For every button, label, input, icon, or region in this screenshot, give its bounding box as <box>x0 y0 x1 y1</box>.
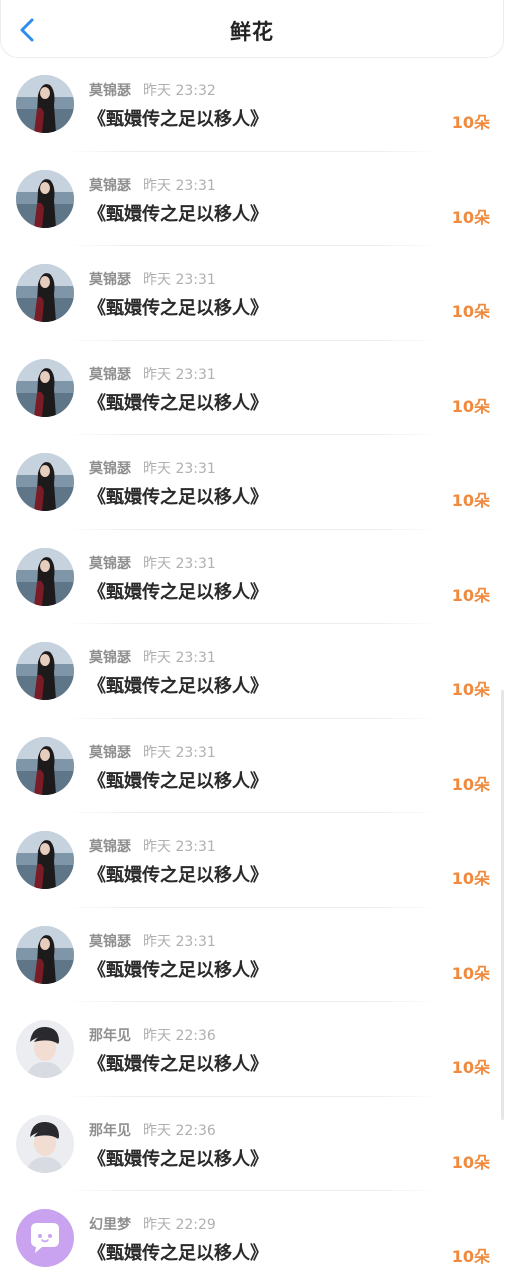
book-title: 《甄嬛传之足以移人》 <box>88 203 268 225</box>
dark-hair-girl-avatar[interactable] <box>16 453 74 511</box>
item-meta: 莫锦瑟 昨天 23:32 <box>89 80 216 100</box>
sender-name: 莫锦瑟 <box>89 461 131 477</box>
flower-count: 10朵 <box>451 1247 490 1266</box>
dark-hair-girl-avatar[interactable] <box>16 169 74 228</box>
dark-hair-girl-avatar[interactable] <box>16 358 74 417</box>
item-meta: 莫锦瑟 昨天 23:31 <box>89 175 216 195</box>
flower-count: 10朵 <box>451 207 490 227</box>
send-time: 昨天 22:36 <box>143 1028 216 1044</box>
item-meta: 莫锦瑟 昨天 23:31 <box>89 836 216 856</box>
dark-hair-girl-avatar[interactable] <box>16 736 74 795</box>
scrollbar[interactable] <box>501 690 504 1120</box>
sender-name: 莫锦瑟 <box>89 839 131 855</box>
sender-name: 莫锦瑟 <box>89 933 131 950</box>
send-time: 昨天 23:31 <box>143 461 216 477</box>
book-title: 《甄嬛传之足以移人》 <box>88 959 268 981</box>
item-meta: 莫锦瑟 昨天 23:31 <box>89 931 216 951</box>
dark-hair-girl-avatar[interactable] <box>16 642 74 700</box>
sender-name: 莫锦瑟 <box>89 272 131 288</box>
send-time: 昨天 22:36 <box>143 1122 216 1139</box>
sender-name: 幻里梦 <box>89 1217 131 1233</box>
book-title: 《甄嬛传之足以移人》 <box>88 1243 268 1264</box>
sender-name: 莫锦瑟 <box>89 177 131 194</box>
flower-count: 10朵 <box>451 680 490 699</box>
send-time: 昨天 23:32 <box>143 83 216 99</box>
sender-name: 莫锦瑟 <box>89 83 131 99</box>
dark-hair-girl-avatar[interactable] <box>16 264 74 322</box>
sender-name: 那年见 <box>89 1028 131 1044</box>
dark-hair-girl-avatar[interactable] <box>16 925 74 984</box>
flower-count: 10朵 <box>451 1152 490 1172</box>
sender-name: 莫锦瑟 <box>89 744 131 761</box>
flower-record-list: 莫锦瑟 昨天 23:32 《甄嬛传之足以移人》 10朵 莫锦瑟 昨天 23:31 《… <box>0 57 506 1286</box>
send-time: 昨天 23:31 <box>143 555 216 572</box>
flower-count: 10朵 <box>451 963 490 983</box>
dark-hair-girl-avatar[interactable] <box>16 547 74 606</box>
list-item[interactable]: 幻里梦 昨天 22:29 《甄嬛传之足以移人》 10朵 <box>0 1191 506 1286</box>
item-meta: 莫锦瑟 昨天 23:31 <box>89 553 216 573</box>
item-meta: 莫锦瑟 昨天 23:31 <box>89 269 216 289</box>
flower-count: 10朵 <box>451 869 490 888</box>
list-item[interactable]: 莫锦瑟 昨天 23:31 《甄嬛传之足以移人》 10朵 <box>0 719 506 813</box>
flower-count: 10朵 <box>451 396 490 416</box>
send-time: 昨天 23:31 <box>143 650 216 666</box>
top-bar: 鲜花 <box>0 0 504 58</box>
send-time: 昨天 23:31 <box>143 933 216 950</box>
list-item[interactable]: 那年见 昨天 22:36 《甄嬛传之足以移人》 10朵 <box>0 1002 506 1097</box>
item-meta: 莫锦瑟 昨天 23:31 <box>89 742 216 762</box>
item-meta: 莫锦瑟 昨天 23:31 <box>89 364 216 384</box>
item-meta: 那年见 昨天 22:36 <box>89 1120 216 1140</box>
list-item[interactable]: 莫锦瑟 昨天 23:32 《甄嬛传之足以移人》 10朵 <box>0 57 506 152</box>
flower-count: 10朵 <box>451 585 490 605</box>
book-title: 《甄嬛传之足以移人》 <box>88 392 268 414</box>
flower-count: 10朵 <box>451 774 490 794</box>
send-time: 昨天 23:31 <box>143 839 216 855</box>
dark-hair-girl-avatar[interactable] <box>16 75 74 133</box>
sender-name: 莫锦瑟 <box>89 366 131 383</box>
list-item[interactable]: 莫锦瑟 昨天 23:31 《甄嬛传之足以移人》 10朵 <box>0 435 506 530</box>
book-title: 《甄嬛传之足以移人》 <box>88 581 268 603</box>
item-meta: 莫锦瑟 昨天 23:31 <box>89 647 216 667</box>
book-title: 《甄嬛传之足以移人》 <box>88 109 268 130</box>
list-item[interactable]: 莫锦瑟 昨天 23:31 《甄嬛传之足以移人》 10朵 <box>0 908 506 1002</box>
page-title: 鲜花 <box>230 20 274 44</box>
list-item[interactable]: 莫锦瑟 昨天 23:31 《甄嬛传之足以移人》 10朵 <box>0 813 506 908</box>
sender-name: 莫锦瑟 <box>89 555 131 572</box>
send-time: 昨天 23:31 <box>143 366 216 383</box>
book-title: 《甄嬛传之足以移人》 <box>88 487 268 508</box>
send-time: 昨天 23:31 <box>143 744 216 761</box>
list-item[interactable]: 莫锦瑟 昨天 23:31 《甄嬛传之足以移人》 10朵 <box>0 341 506 435</box>
flower-count: 10朵 <box>451 1058 490 1077</box>
send-time: 昨天 23:31 <box>143 177 216 194</box>
sender-name: 那年见 <box>89 1122 131 1139</box>
item-meta: 幻里梦 昨天 22:29 <box>89 1214 216 1234</box>
book-title: 《甄嬛传之足以移人》 <box>88 1054 268 1075</box>
flower-count: 10朵 <box>451 491 490 510</box>
list-item[interactable]: 莫锦瑟 昨天 23:31 《甄嬛传之足以移人》 10朵 <box>0 624 506 719</box>
dark-hair-girl-avatar[interactable] <box>16 831 74 889</box>
book-title: 《甄嬛传之足以移人》 <box>88 1148 268 1170</box>
flower-count: 10朵 <box>451 302 490 321</box>
book-title: 《甄嬛传之足以移人》 <box>88 865 268 886</box>
item-meta: 那年见 昨天 22:36 <box>89 1025 216 1045</box>
chat-bubble-avatar[interactable] <box>16 1209 74 1267</box>
young-man-avatar[interactable] <box>16 1114 74 1173</box>
flower-count: 10朵 <box>451 113 490 132</box>
list-item[interactable]: 莫锦瑟 昨天 23:31 《甄嬛传之足以移人》 10朵 <box>0 152 506 246</box>
young-man-avatar[interactable] <box>16 1020 74 1078</box>
list-item[interactable]: 那年见 昨天 22:36 《甄嬛传之足以移人》 10朵 <box>0 1097 506 1191</box>
book-title: 《甄嬛传之足以移人》 <box>88 676 268 697</box>
sender-name: 莫锦瑟 <box>89 650 131 666</box>
send-time: 昨天 23:31 <box>143 272 216 288</box>
send-time: 昨天 22:29 <box>143 1217 216 1233</box>
item-meta: 莫锦瑟 昨天 23:31 <box>89 458 216 478</box>
list-item[interactable]: 莫锦瑟 昨天 23:31 《甄嬛传之足以移人》 10朵 <box>0 530 506 624</box>
book-title: 《甄嬛传之足以移人》 <box>88 298 268 319</box>
book-title: 《甄嬛传之足以移人》 <box>88 770 268 792</box>
list-item[interactable]: 莫锦瑟 昨天 23:31 《甄嬛传之足以移人》 10朵 <box>0 246 506 341</box>
